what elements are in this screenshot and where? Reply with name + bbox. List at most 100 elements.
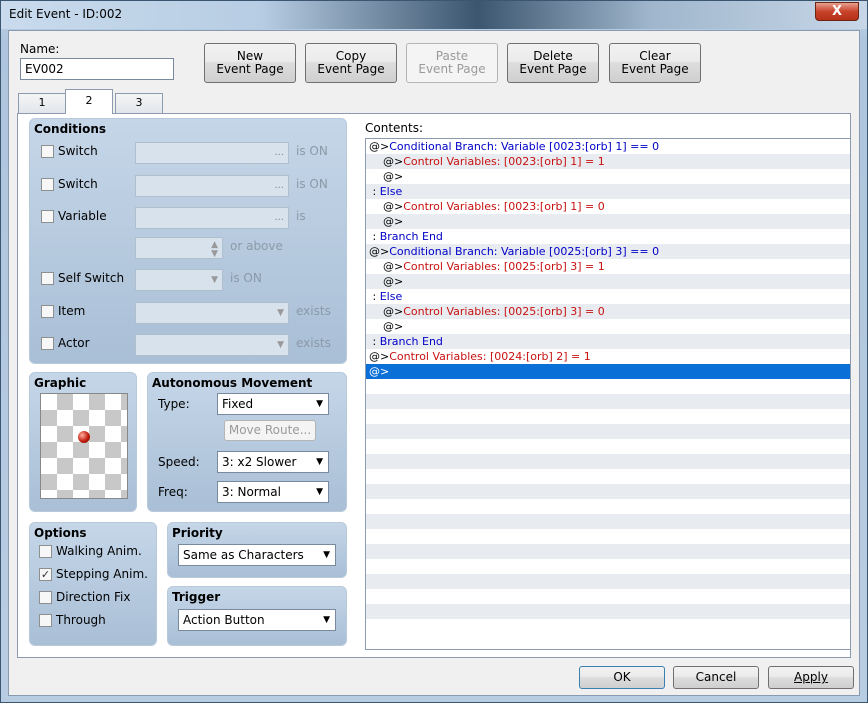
command-prefix: @> bbox=[369, 350, 390, 363]
dropdown-icon: ▼ bbox=[323, 615, 330, 625]
command-text: Control Variables: [0023:[orb] 1] = 1 bbox=[403, 155, 605, 168]
event-command-row[interactable]: @> bbox=[366, 274, 850, 289]
event-page-panel: Conditions Switch ... is ON Switch ... i… bbox=[17, 113, 851, 658]
variable-suffix: is bbox=[296, 209, 306, 223]
clear-event-page-button[interactable]: Clear Event Page bbox=[609, 43, 701, 83]
conditions-title: Conditions bbox=[34, 122, 107, 136]
variable-checkbox[interactable] bbox=[41, 210, 54, 223]
paste-event-page-button[interactable]: Paste Event Page bbox=[406, 43, 498, 83]
direction-fix-checkbox[interactable] bbox=[39, 591, 52, 604]
conditions-group: Conditions Switch ... is ON Switch ... i… bbox=[29, 118, 347, 364]
event-command-row[interactable]: @>Control Variables: [0023:[orb] 1] = 1 bbox=[366, 154, 850, 169]
actor-checkbox[interactable] bbox=[41, 337, 54, 350]
event-command-row[interactable]: @> bbox=[366, 364, 850, 379]
command-prefix: @> bbox=[369, 200, 404, 213]
speed-label: Speed: bbox=[158, 455, 200, 469]
priority-group: Priority Same as Characters ▼ bbox=[167, 522, 347, 578]
command-prefix: : bbox=[369, 290, 380, 303]
new-event-page-button[interactable]: New Event Page bbox=[204, 43, 296, 83]
ellipsis-icon: ... bbox=[274, 212, 284, 223]
event-command-row[interactable]: @>Conditional Branch: Variable [0023:[or… bbox=[366, 139, 850, 154]
tab-page-1[interactable]: 1 bbox=[18, 93, 66, 113]
spin-down-icon[interactable]: ▼ bbox=[211, 244, 218, 264]
empty-row bbox=[366, 484, 850, 499]
item-select[interactable]: ▼ bbox=[135, 302, 289, 324]
switch2-field[interactable]: ... bbox=[135, 175, 289, 197]
empty-row bbox=[366, 394, 850, 409]
command-prefix: @> bbox=[369, 245, 390, 258]
through-checkbox[interactable] bbox=[39, 614, 52, 627]
empty-row bbox=[366, 439, 850, 454]
command-prefix: @> bbox=[369, 140, 390, 153]
delete-event-page-button[interactable]: Delete Event Page bbox=[507, 43, 599, 83]
move-route-button[interactable]: Move Route... bbox=[224, 420, 316, 441]
switch1-field[interactable]: ... bbox=[135, 142, 289, 164]
button-line-2: Event Page bbox=[519, 62, 587, 76]
empty-row bbox=[366, 454, 850, 469]
stepping-anim-checkbox[interactable]: ✓ bbox=[39, 568, 52, 581]
priority-select[interactable]: Same as Characters ▼ bbox=[178, 544, 336, 566]
event-command-row[interactable]: @>Control Variables: [0024:[orb] 2] = 1 bbox=[366, 349, 850, 364]
graphic-group: Graphic bbox=[29, 372, 137, 512]
command-prefix: @> bbox=[369, 155, 404, 168]
close-button[interactable]: X bbox=[815, 2, 859, 21]
graphic-preview[interactable] bbox=[40, 393, 128, 499]
event-command-row[interactable]: : Else bbox=[366, 184, 850, 199]
variable-value-spinner[interactable]: ▲ ▼ bbox=[135, 237, 223, 259]
command-prefix: @> bbox=[369, 365, 390, 378]
command-text: Conditional Branch: Variable [0023:[orb]… bbox=[389, 140, 660, 153]
stepping-anim-label: Stepping Anim. bbox=[56, 567, 148, 581]
freq-select[interactable]: 3: Normal ▼ bbox=[217, 481, 329, 503]
button-line-2: Event Page bbox=[216, 62, 284, 76]
empty-row bbox=[366, 424, 850, 439]
event-commands-list[interactable]: @>Conditional Branch: Variable [0023:[or… bbox=[365, 138, 851, 650]
apply-button[interactable]: Apply bbox=[768, 666, 854, 689]
copy-event-page-button[interactable]: Copy Event Page bbox=[305, 43, 397, 83]
switch2-checkbox[interactable] bbox=[41, 178, 54, 191]
switch1-checkbox[interactable] bbox=[41, 145, 54, 158]
self-switch-checkbox[interactable] bbox=[41, 272, 54, 285]
dialog-client-area: Name: EV002 New Event Page Copy Event Pa… bbox=[8, 30, 860, 696]
dropdown-icon: ▼ bbox=[316, 457, 323, 467]
name-input[interactable]: EV002 bbox=[20, 58, 174, 80]
event-command-row[interactable]: : Branch End bbox=[366, 334, 850, 349]
event-command-row[interactable]: @>Control Variables: [0025:[orb] 3] = 1 bbox=[366, 259, 850, 274]
freq-label: Freq: bbox=[158, 485, 188, 499]
actor-label: Actor bbox=[58, 336, 90, 350]
title-bar[interactable]: Edit Event - ID:002 X bbox=[1, 1, 867, 29]
item-checkbox[interactable] bbox=[41, 305, 54, 318]
dropdown-icon: ▼ bbox=[211, 275, 218, 285]
event-command-row[interactable]: : Branch End bbox=[366, 229, 850, 244]
command-prefix: @> bbox=[369, 170, 404, 183]
type-select[interactable]: Fixed ▼ bbox=[217, 393, 329, 415]
dialog-button-bar: OK Cancel Apply bbox=[9, 662, 859, 696]
speed-value: 3: x2 Slower bbox=[222, 455, 297, 469]
event-command-row[interactable]: @>Conditional Branch: Variable [0025:[or… bbox=[366, 244, 850, 259]
self-switch-select[interactable]: ▼ bbox=[135, 269, 223, 291]
event-command-row[interactable]: @>Control Variables: [0023:[orb] 1] = 0 bbox=[366, 199, 850, 214]
event-command-row[interactable]: @>Control Variables: [0025:[orb] 3] = 0 bbox=[366, 304, 850, 319]
walking-anim-label: Walking Anim. bbox=[56, 544, 142, 558]
command-text: Control Variables: [0024:[orb] 2] = 1 bbox=[389, 350, 591, 363]
empty-row bbox=[366, 544, 850, 559]
speed-select[interactable]: 3: x2 Slower ▼ bbox=[217, 451, 329, 473]
event-command-row[interactable]: @> bbox=[366, 169, 850, 184]
type-label: Type: bbox=[158, 397, 190, 411]
trigger-select[interactable]: Action Button ▼ bbox=[178, 609, 336, 631]
event-command-row[interactable]: @> bbox=[366, 319, 850, 334]
event-command-row[interactable]: : Else bbox=[366, 289, 850, 304]
event-command-row[interactable]: @> bbox=[366, 214, 850, 229]
tab-page-3[interactable]: 3 bbox=[115, 93, 163, 113]
command-prefix: : bbox=[369, 230, 380, 243]
cancel-button[interactable]: Cancel bbox=[673, 666, 759, 689]
self-switch-suffix: is ON bbox=[230, 271, 262, 285]
actor-select[interactable]: ▼ bbox=[135, 334, 289, 356]
ok-button[interactable]: OK bbox=[579, 666, 665, 689]
command-prefix: : bbox=[369, 185, 380, 198]
variable-field[interactable]: ... bbox=[135, 207, 289, 229]
walking-anim-checkbox[interactable] bbox=[39, 545, 52, 558]
trigger-value: Action Button bbox=[183, 613, 265, 627]
through-label: Through bbox=[56, 613, 106, 627]
close-icon: X bbox=[831, 4, 843, 19]
tab-page-2[interactable]: 2 bbox=[65, 89, 113, 114]
